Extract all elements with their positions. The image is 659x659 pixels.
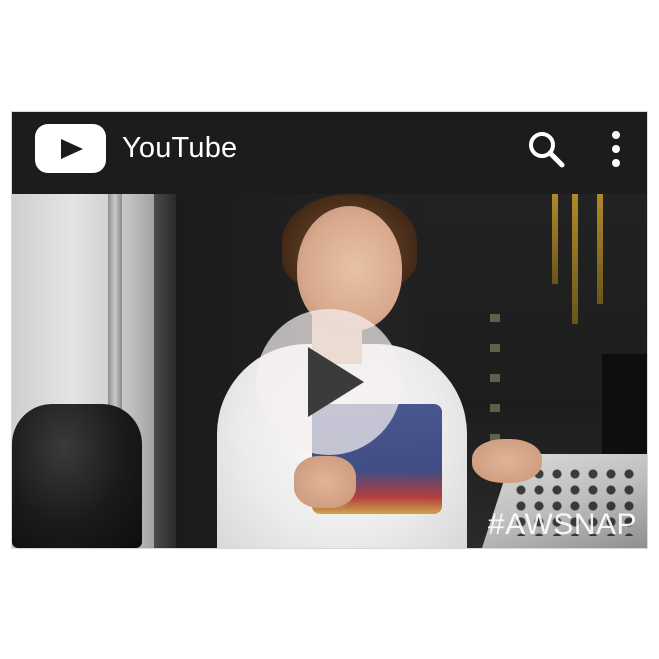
video-overlay-hashtag: #AWSNAP [487, 508, 637, 541]
youtube-card: YouTube #AWSNAP [12, 112, 647, 548]
search-icon[interactable] [526, 129, 566, 169]
mic-arm [552, 194, 558, 284]
mic-arm [572, 194, 578, 324]
monitor [602, 354, 647, 464]
logo-play-triangle [61, 139, 83, 159]
play-button[interactable] [256, 309, 402, 455]
app-title: YouTube [122, 132, 238, 164]
video-thumbnail[interactable]: #AWSNAP [12, 194, 647, 548]
play-icon [308, 347, 364, 417]
person-hand [294, 456, 356, 508]
app-bar: YouTube [12, 112, 647, 194]
office-chair [12, 404, 142, 548]
door-edge [154, 194, 176, 548]
person-hand [472, 439, 542, 483]
youtube-logo-icon[interactable] [35, 124, 106, 173]
more-vert-icon[interactable] [604, 129, 628, 169]
mic-arm [597, 194, 603, 304]
